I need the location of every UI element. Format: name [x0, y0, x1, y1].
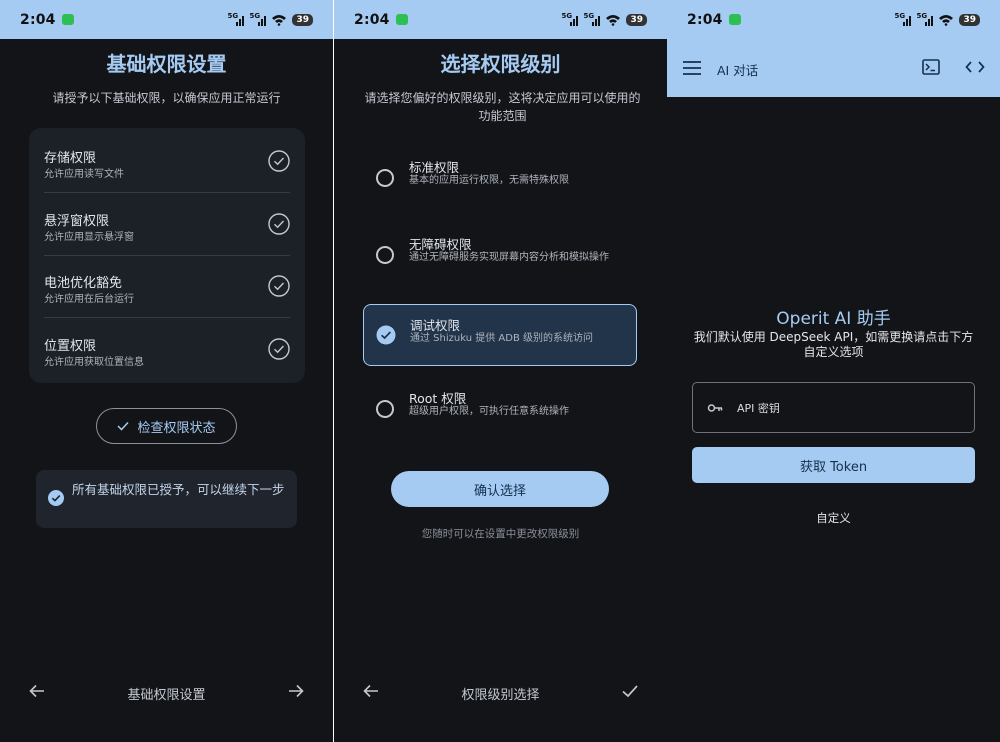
screens-container: 2:04 5G 5G 39 基础权限设置 请授予以下基础权限，以确保应用正常运行…: [0, 0, 1000, 742]
option-desc: 通过无障碍服务实现屏幕内容分析和模拟操作: [409, 252, 609, 263]
signal-5g-icon: 5G: [561, 12, 580, 27]
radio-button[interactable]: [376, 246, 394, 264]
ai-assistant-desc: 我们默认使用 DeepSeek API，如需更换请点击下方自定义选项: [693, 330, 974, 359]
status-bar: 2:04 5G 5G 39: [667, 0, 1000, 39]
status-time: 2:04: [20, 11, 56, 28]
signal-5g-icon-2: 5G: [249, 12, 268, 27]
page-title: 基础权限设置: [106, 52, 227, 76]
check-circle-filled-icon: [48, 490, 64, 506]
chat-notification-icon: [61, 14, 74, 25]
permission-item-battery[interactable]: 电池优化豁免 允许应用在后台运行: [29, 253, 305, 315]
permission-title: 悬浮窗权限: [44, 214, 110, 229]
option-desc: 基本的应用运行权限，无需特殊权限: [409, 175, 569, 186]
check-circle-icon: [268, 275, 290, 297]
permission-item-storage[interactable]: 存储权限 允许应用读写文件: [29, 128, 305, 190]
option-standard[interactable]: 标准权限 基本的应用运行权限，无需特殊权限: [363, 147, 637, 209]
permission-desc: 允许应用获取位置信息: [44, 357, 144, 368]
option-debug-selected[interactable]: 调试权限 通过 Shizuku 提供 ADB 级别的系统访问: [363, 304, 637, 366]
check-circle-icon: [268, 150, 290, 172]
battery-indicator: 39: [959, 13, 980, 26]
custom-option-link[interactable]: 自定义: [667, 510, 1000, 526]
permission-title: 电池优化豁免: [44, 276, 123, 291]
battery-indicator: 39: [292, 13, 313, 26]
status-icons: 5G 5G 39: [227, 12, 313, 27]
signal-5g-icon-2: 5G: [916, 12, 935, 27]
permissions-granted-notice: 所有基础权限已授予，可以继续下一步: [36, 470, 297, 528]
radio-button[interactable]: [376, 169, 394, 187]
check-permissions-button[interactable]: 检查权限状态: [96, 408, 237, 444]
page-subtitle: 请选择您偏好的权限级别，这将决定应用可以使用的功能范围: [364, 91, 641, 123]
app-bar: AI 对话: [667, 39, 1000, 97]
radio-button[interactable]: [376, 400, 394, 418]
bottom-title: 权限级别选择: [461, 688, 540, 703]
screen-permission-level: 2:04 5G 5G 39 选择权限级别 请选择您偏好的权限级别，这将决定应用可…: [334, 0, 667, 742]
status-bar: 2:04 5G 5G 39: [0, 0, 333, 39]
key-icon: [707, 404, 723, 412]
signal-5g-icon: 5G: [227, 12, 246, 27]
permission-desc: 允许应用读写文件: [44, 169, 124, 180]
option-root[interactable]: Root 权限 超级用户权限，可执行任意系统操作: [363, 378, 637, 440]
permission-title: 存储权限: [44, 151, 97, 166]
permission-item-overlay[interactable]: 悬浮窗权限 允许应用显示悬浮窗: [29, 191, 305, 253]
permission-item-location[interactable]: 位置权限 允许应用获取位置信息: [29, 316, 305, 378]
app-bar-title: AI 对话: [717, 63, 759, 78]
option-desc: 超级用户权限，可执行任意系统操作: [409, 406, 569, 417]
radio-selected-check-icon[interactable]: [376, 325, 396, 345]
wifi-icon: [606, 14, 621, 26]
signal-5g-icon: 5G: [894, 12, 913, 27]
get-token-button[interactable]: 获取 Token: [692, 447, 975, 483]
permission-desc: 允许应用显示悬浮窗: [44, 232, 134, 243]
status-bar: 2:04 5G 5G 39: [334, 0, 667, 39]
status-icons: 5G 5G 39: [894, 12, 980, 27]
page-title: 选择权限级别: [440, 52, 561, 76]
battery-indicator: 39: [626, 13, 647, 26]
status-icons: 5G 5G 39: [561, 12, 647, 27]
screen-basic-permissions: 2:04 5G 5G 39 基础权限设置 请授予以下基础权限，以确保应用正常运行…: [0, 0, 333, 742]
wifi-icon: [939, 14, 954, 26]
chat-notification-icon: [395, 14, 408, 25]
bottom-nav-bar: 权限级别选择: [334, 642, 667, 742]
terminal-icon[interactable]: [922, 59, 940, 75]
check-icon: [117, 421, 130, 431]
screen-ai-chat: 2:04 5G 5G 39 AI 对话 Operit AI 助手 我们默认使用 …: [667, 0, 1000, 742]
api-key-field[interactable]: [692, 382, 975, 433]
hint-text: 您随时可以在设置中更改权限级别: [421, 528, 580, 540]
check-circle-icon: [268, 213, 290, 235]
ai-assistant-title: Operit AI 助手: [776, 309, 891, 329]
notice-text: 所有基础权限已授予，可以继续下一步: [72, 482, 285, 497]
check-circle-icon: [268, 338, 290, 360]
confirm-selection-button[interactable]: 确认选择: [391, 471, 609, 507]
permissions-card: 存储权限 允许应用读写文件 悬浮窗权限 允许应用显示悬浮窗 电池优化豁免 允许应…: [29, 128, 305, 383]
page-subtitle: 请授予以下基础权限，以确保应用正常运行: [52, 91, 281, 105]
check-icon[interactable]: [621, 682, 639, 700]
option-accessibility[interactable]: 无障碍权限 通过无障碍服务实现屏幕内容分析和模拟操作: [363, 224, 637, 286]
status-time: 2:04: [687, 11, 723, 28]
wifi-icon: [272, 14, 287, 26]
api-key-input[interactable]: [737, 395, 957, 421]
code-icon[interactable]: [965, 59, 985, 75]
arrow-right-icon[interactable]: [287, 682, 305, 700]
permission-title: 位置权限: [44, 339, 97, 354]
hamburger-menu-icon[interactable]: [683, 60, 701, 76]
signal-5g-icon-2: 5G: [583, 12, 602, 27]
permission-desc: 允许应用在后台运行: [44, 294, 134, 305]
option-desc: 通过 Shizuku 提供 ADB 级别的系统访问: [410, 333, 593, 344]
check-permissions-label: 检查权限状态: [137, 420, 216, 436]
status-time: 2:04: [354, 11, 390, 28]
bottom-nav-bar: 基础权限设置: [0, 642, 333, 742]
bottom-title: 基础权限设置: [127, 688, 206, 703]
chat-notification-icon: [728, 14, 741, 25]
